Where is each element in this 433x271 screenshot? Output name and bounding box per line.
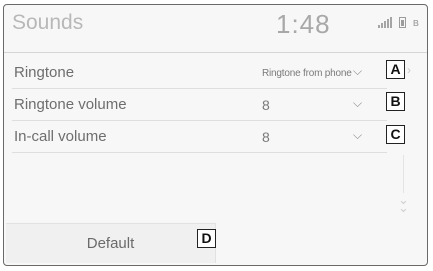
clock: 1:48 — [276, 9, 331, 39]
status-icons: ʙ — [377, 16, 419, 29]
ringtone-volume-value: 8 — [262, 97, 270, 113]
chevron-down-icon: ⌵ — [353, 64, 363, 78]
ringtone-row[interactable]: Ringtone Ringtone from phone ⌵ — [4, 57, 427, 89]
in-call-volume-value: 8 — [262, 129, 270, 145]
callout-b: B — [386, 92, 405, 111]
chevron-down-icon: ⌵ — [353, 96, 363, 110]
header-bar: Sounds 1:48 ʙ — [4, 5, 427, 49]
sounds-screen: Sounds 1:48 ʙ Ringtone Ringtone from pho… — [3, 4, 428, 266]
ringtone-label: Ringtone — [14, 64, 75, 81]
signal-icon — [377, 17, 392, 28]
in-call-volume-row[interactable]: In-call volume 8 ⌵ — [4, 121, 427, 153]
ringtone-value: Ringtone from phone — [262, 68, 352, 79]
in-call-volume-label: In-call volume — [14, 128, 107, 145]
callout-d: D — [197, 229, 216, 248]
scrollbar[interactable] — [403, 155, 404, 193]
scroll-down-icon[interactable]: ⌄ ⌄ — [398, 194, 409, 215]
header-divider — [4, 52, 427, 53]
default-button[interactable]: Default — [6, 223, 216, 263]
chevron-right-icon: › — [407, 63, 411, 77]
callout-c: C — [386, 125, 405, 144]
battery-icon — [398, 17, 406, 28]
chevron-down-icon: ⌵ — [353, 128, 363, 142]
row-divider — [12, 152, 387, 153]
page-title: Sounds — [12, 11, 84, 34]
ringtone-volume-row[interactable]: Ringtone volume 8 ⌵ — [4, 89, 427, 121]
ringtone-volume-label: Ringtone volume — [14, 96, 127, 113]
callout-a: A — [386, 60, 405, 79]
bluetooth-icon: ʙ — [412, 16, 419, 29]
